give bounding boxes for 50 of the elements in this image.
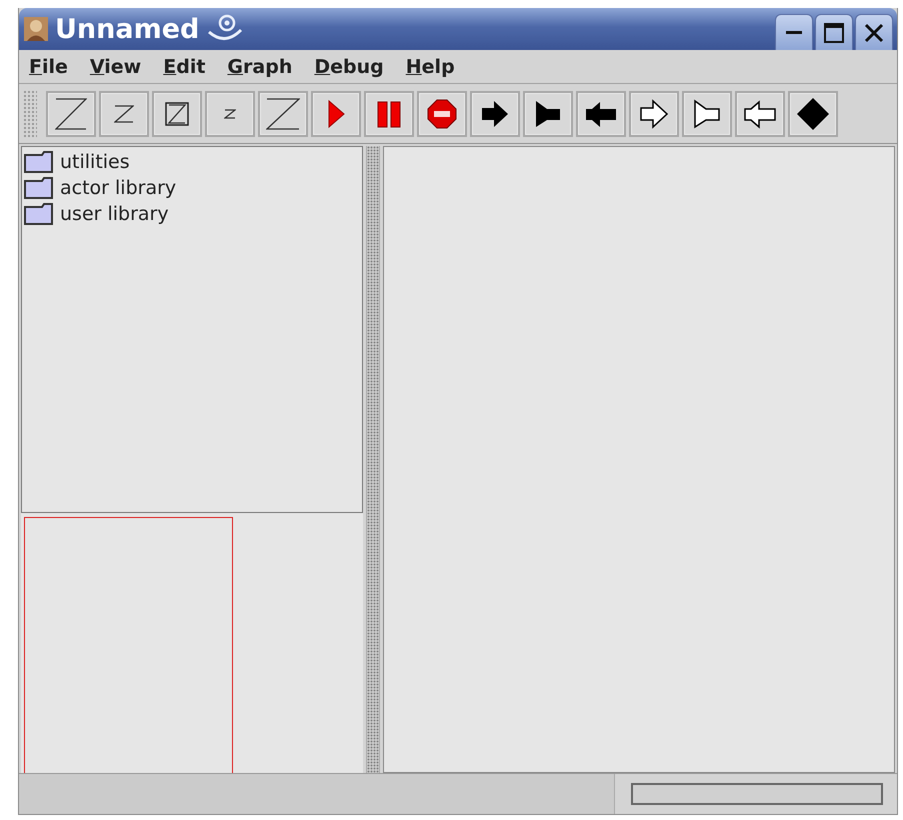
- window-title: Unnamed: [55, 14, 200, 44]
- toolbar-button[interactable]: [470, 90, 520, 136]
- play-icon: [326, 98, 346, 128]
- toolbar-button[interactable]: [311, 90, 361, 136]
- splitter-handle[interactable]: [366, 146, 380, 773]
- toolbar-grip[interactable]: [23, 90, 37, 138]
- arrow-icon: [743, 98, 777, 128]
- arrow-icon: [480, 98, 510, 128]
- toolbar-button[interactable]: [152, 90, 202, 136]
- zoom-icon: [55, 98, 87, 130]
- menu-item[interactable]: Help: [406, 56, 455, 78]
- close-icon: [863, 22, 885, 44]
- folder-icon: [24, 151, 54, 173]
- toolbar-button[interactable]: [258, 90, 308, 136]
- pause-icon: [376, 98, 402, 128]
- folder-icon: [24, 203, 54, 225]
- menu-item[interactable]: Edit: [163, 56, 206, 78]
- flag-icon: [692, 98, 722, 128]
- toolbar-button[interactable]: [46, 90, 96, 136]
- zoom-icon: [165, 102, 189, 126]
- zoom-icon: [266, 98, 300, 130]
- minimize-button[interactable]: [775, 14, 813, 50]
- toolbar-button[interactable]: [629, 90, 679, 136]
- flag-icon: [533, 98, 563, 128]
- tree-item[interactable]: actor library: [60, 177, 176, 199]
- toolbar-button[interactable]: [682, 90, 732, 136]
- menu-item[interactable]: File: [29, 56, 68, 78]
- menu-item[interactable]: Graph: [227, 56, 292, 78]
- tree-item[interactable]: utilities: [60, 151, 130, 173]
- zoom-icon: [114, 104, 134, 122]
- tree-item[interactable]: user library: [60, 203, 169, 225]
- toolbar-button[interactable]: [417, 90, 467, 136]
- menu-item[interactable]: Debug: [314, 56, 384, 78]
- stop-sign-icon: [427, 98, 457, 128]
- maximize-button[interactable]: [815, 14, 853, 50]
- close-button[interactable]: [855, 14, 893, 50]
- menu-item[interactable]: View: [90, 56, 142, 78]
- toolbar-button[interactable]: [788, 90, 838, 136]
- diamond-icon: [796, 96, 830, 130]
- toolbar-button[interactable]: [99, 90, 149, 136]
- toolbar-button[interactable]: [523, 90, 573, 136]
- zoom-icon: [224, 108, 236, 118]
- toolbar-button[interactable]: [735, 90, 785, 136]
- arrow-icon: [639, 98, 669, 128]
- toolbar-button[interactable]: [364, 90, 414, 136]
- toolbar-button[interactable]: [576, 90, 626, 136]
- maximize-icon: [823, 22, 845, 44]
- folder-icon: [24, 177, 54, 199]
- minimize-icon: [786, 31, 802, 34]
- app-icon: [23, 16, 49, 42]
